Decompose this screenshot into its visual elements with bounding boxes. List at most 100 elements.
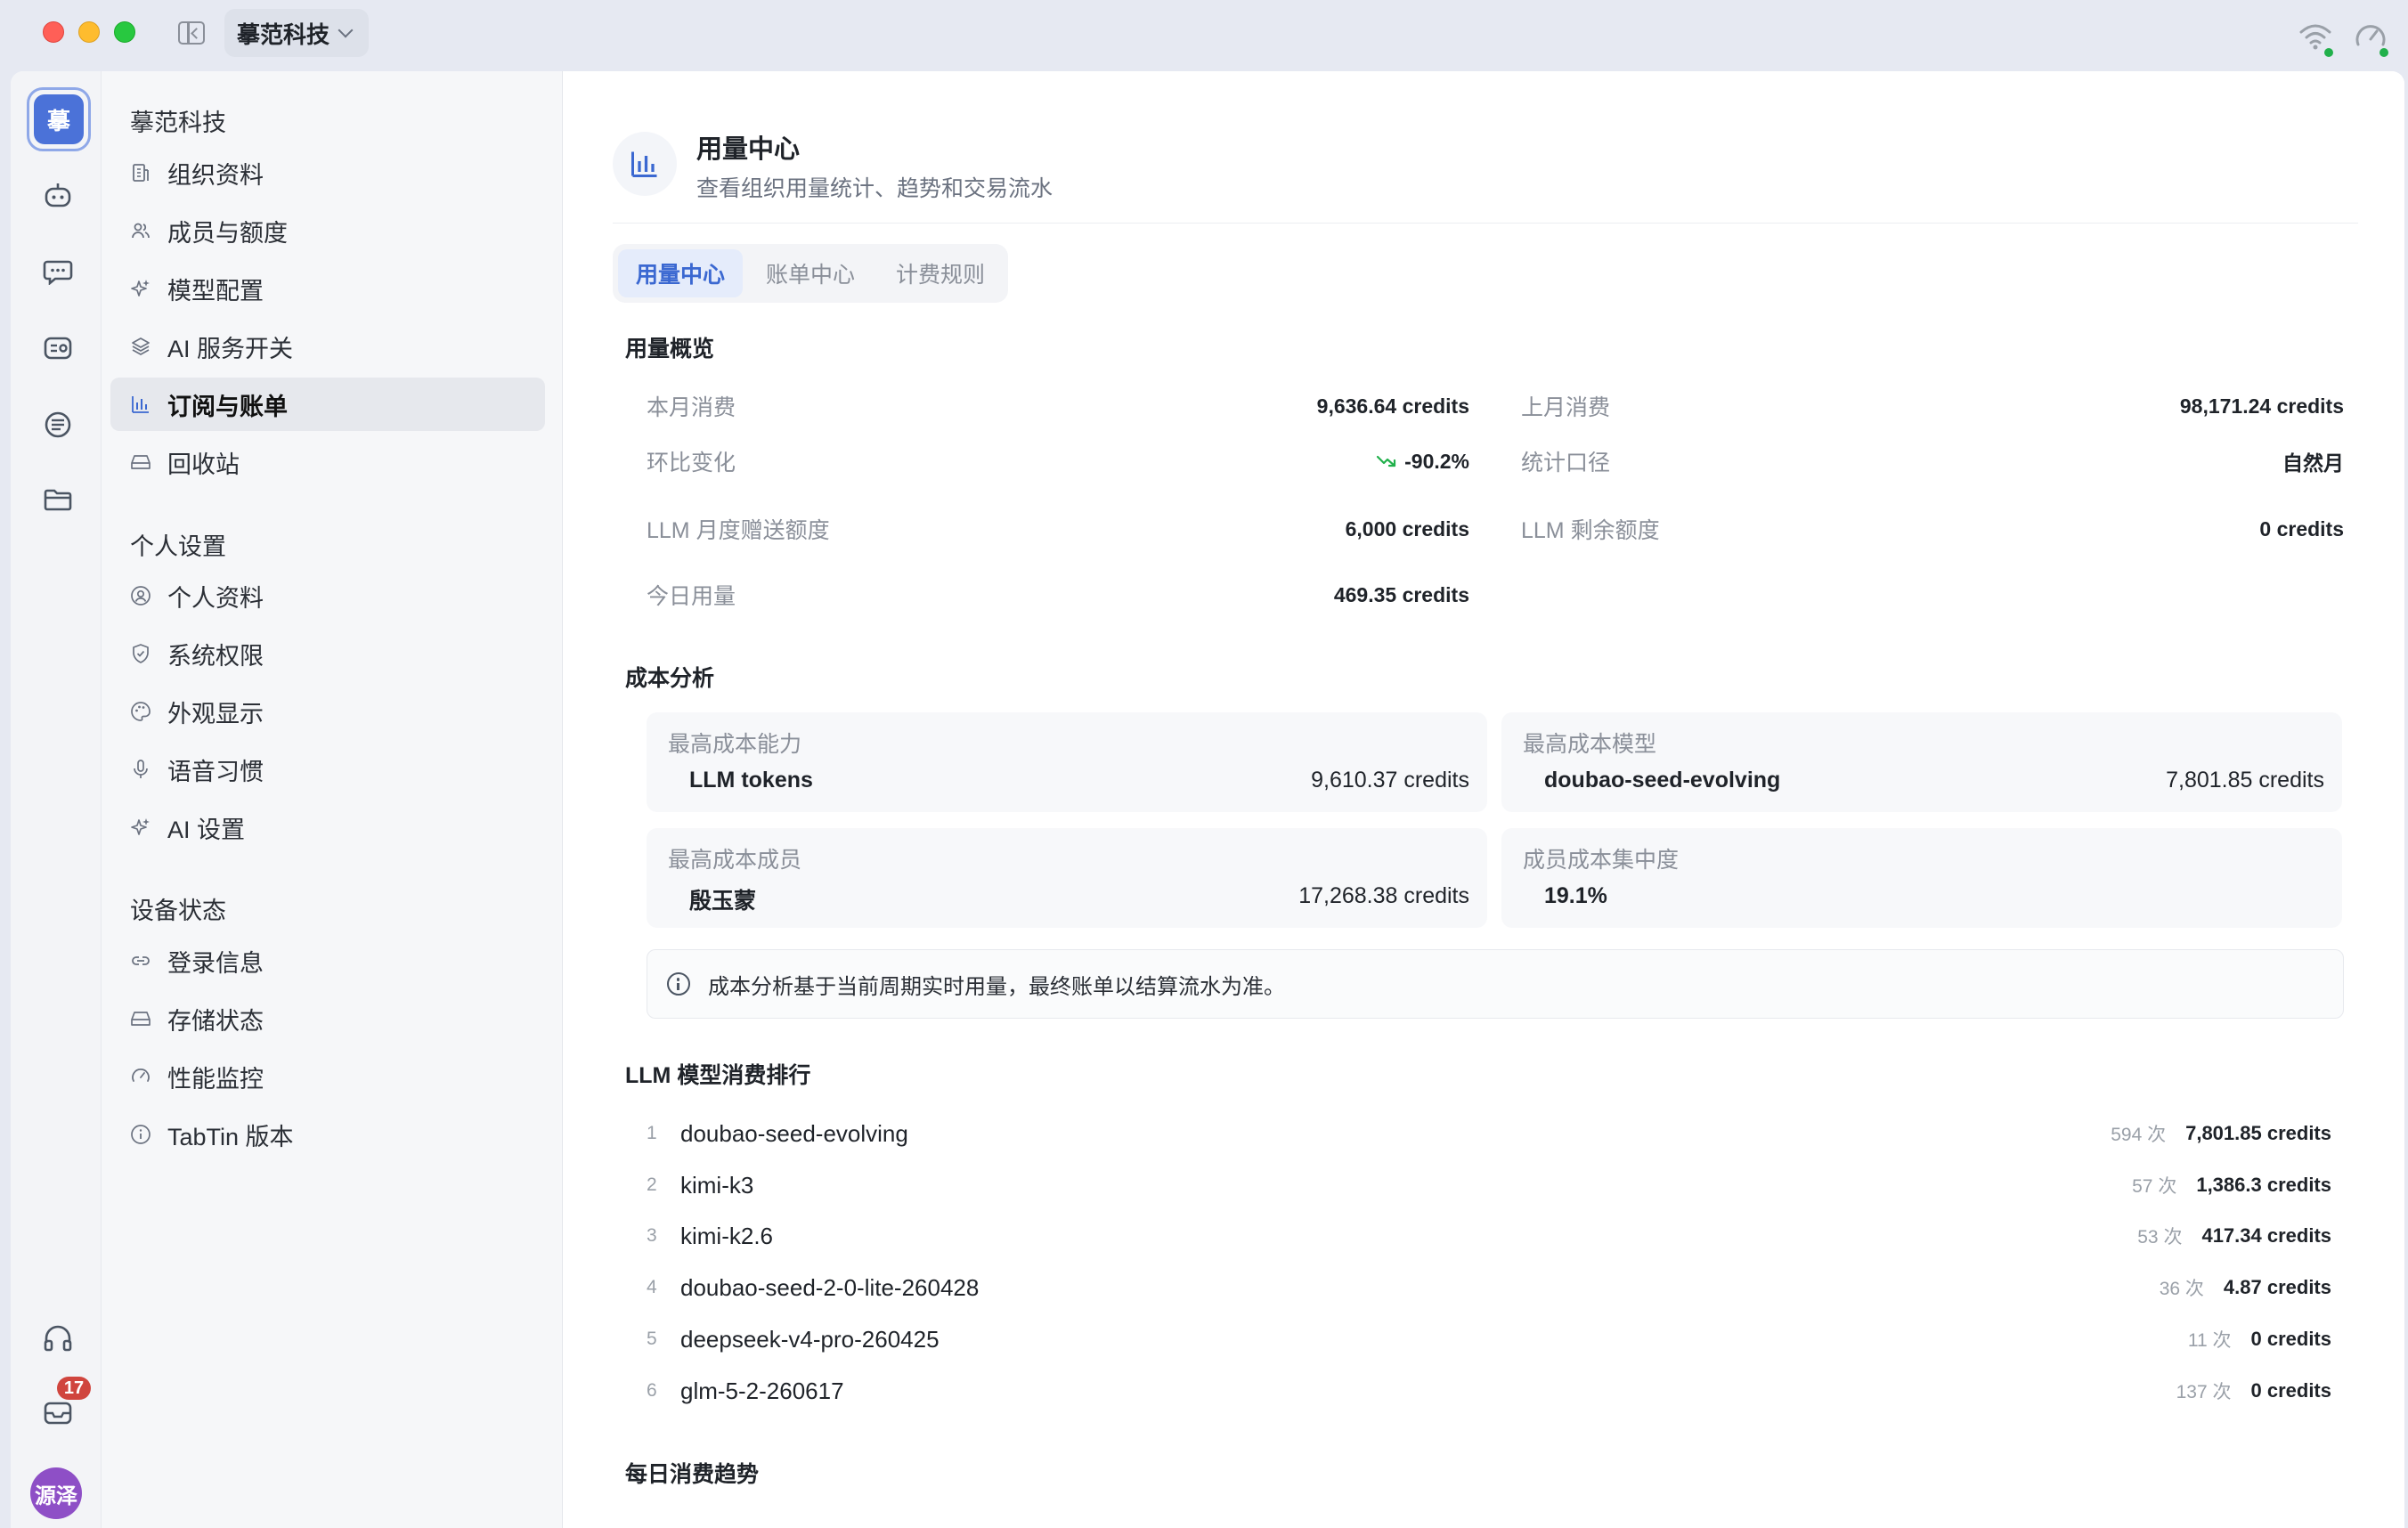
stat-label: 本月消费 <box>647 395 736 420</box>
stat-value: 98,171.24 credits <box>2179 394 2344 418</box>
title-bar: 摹范科技 <box>0 0 2408 71</box>
inbox-icon[interactable] <box>43 1400 73 1426</box>
gauge-status-dot <box>2380 48 2388 57</box>
sidebar-item-label: 成员与额度 <box>167 219 288 247</box>
agents-icon[interactable] <box>43 335 73 362</box>
stat-value: 0 credits <box>2259 516 2344 540</box>
ranking-row[interactable]: 5 deepseek-v4-pro-260425 11 次 0 credits <box>647 1319 2344 1360</box>
rank-call-count: 53 次 <box>2137 1227 2183 1248</box>
sidebar-item-ai-settings[interactable]: AI 设置 <box>110 801 545 854</box>
chat-icon[interactable] <box>43 258 73 286</box>
stat-mom-change: 环比变化 -90.2% <box>647 445 1469 477</box>
ranking-row[interactable]: 1 doubao-seed-evolving 594 次 7,801.85 cr… <box>647 1113 2344 1154</box>
stat-value: 469.35 credits <box>1333 582 1469 606</box>
stat-this-month: 本月消费 9,636.64 credits <box>647 390 1469 422</box>
folder-icon[interactable] <box>43 486 73 513</box>
tab-billing-center[interactable]: 账单中心 <box>748 249 873 297</box>
org-switcher[interactable]: 摹范科技 <box>224 9 370 57</box>
user-avatar[interactable]: 源泽 <box>30 1467 82 1519</box>
card-label: 最高成本模型 <box>1523 732 1657 757</box>
sidebar-item-model-config[interactable]: 模型配置 <box>110 262 545 315</box>
rank-number: 4 <box>647 1277 657 1297</box>
microphone-icon <box>134 760 148 778</box>
info-icon <box>667 972 690 996</box>
sidebar-item-label: 性能监控 <box>167 1065 264 1093</box>
usage-chart-icon <box>613 132 677 196</box>
ranking-row[interactable]: 6 glm-5-2-260617 137 次 0 credits <box>647 1370 2344 1411</box>
ranking-row[interactable]: 3 kimi-k2.6 53 次 417.34 credits <box>647 1215 2344 1256</box>
rank-call-count: 594 次 <box>2111 1125 2167 1145</box>
sidebar-item-performance-monitor[interactable]: 性能监控 <box>110 1050 545 1103</box>
cost-card-member: 最高成本成员 殷玉蒙 17,268.38 credits <box>647 828 1487 928</box>
card-name: 19.1% <box>1544 883 1607 908</box>
sidebar-item-voice-habits[interactable]: 语音习惯 <box>110 743 545 796</box>
stat-last-month: 上月消费 98,171.24 credits <box>1521 390 2344 422</box>
notes-icon[interactable] <box>43 411 73 438</box>
shield-icon <box>133 644 149 663</box>
cost-section-title: 成本分析 <box>625 666 715 691</box>
close-window-button[interactable] <box>43 21 64 43</box>
nav-group-personal-title: 个人设置 <box>130 533 226 560</box>
sidebar-item-version[interactable]: TabTin 版本 <box>110 1108 545 1161</box>
rank-credits: 1,386.3 credits <box>2196 1174 2331 1196</box>
org-logo: 摹 <box>34 94 84 144</box>
minimize-window-button[interactable] <box>78 21 100 43</box>
tab-usage-center[interactable]: 用量中心 <box>618 249 744 297</box>
trend-section-title: 每日消费趋势 <box>625 1462 760 1487</box>
chevron-down-icon <box>338 22 354 38</box>
sidebar-toggle-icon[interactable] <box>178 21 205 45</box>
rank-model-name: deepseek-v4-pro-260425 <box>680 1325 940 1353</box>
sidebar-item-appearance[interactable]: 外观显示 <box>110 685 545 738</box>
sidebar-item-recycle-bin[interactable]: 回收站 <box>110 435 545 489</box>
palette-icon <box>131 702 150 721</box>
headset-icon[interactable] <box>43 1325 73 1352</box>
stat-llm-quota: LLM 月度赠送额度 6,000 credits <box>647 513 1469 545</box>
sidebar-item-login-info[interactable]: 登录信息 <box>110 934 545 988</box>
sidebar-item-ai-service-switch[interactable]: AI 服务开关 <box>110 320 545 373</box>
stat-today: 今日用量 469.35 credits <box>647 579 1469 611</box>
tab-pricing-rules[interactable]: 计费规则 <box>878 249 1003 297</box>
rank-number: 1 <box>647 1123 657 1143</box>
card-name: LLM tokens <box>689 768 813 792</box>
stat-label: 上月消费 <box>1521 395 1611 420</box>
bar-chart-icon <box>132 396 149 413</box>
sidebar-item-label: 回收站 <box>167 451 240 478</box>
page-title: 用量中心 <box>696 135 801 164</box>
sidebar-item-storage-status[interactable]: 存储状态 <box>110 992 545 1045</box>
stat-value: 6,000 credits <box>1345 516 1469 540</box>
gauge-icon[interactable] <box>2351 18 2390 57</box>
rank-call-count: 137 次 <box>2176 1382 2232 1402</box>
card-label: 最高成本成员 <box>668 848 802 873</box>
cost-note-text: 成本分析基于当前周期实时用量，最终账单以结算流水为准。 <box>708 974 1285 999</box>
sidebar-item-label: 外观显示 <box>167 700 264 727</box>
sidebar-item-label: TabTin 版本 <box>167 1123 294 1150</box>
org-logo-button[interactable]: 摹 <box>27 87 91 151</box>
zoom-window-button[interactable] <box>114 21 135 43</box>
ranking-row[interactable]: 2 kimi-k3 57 次 1,386.3 credits <box>647 1165 2344 1206</box>
stat-label: LLM 月度赠送额度 <box>647 518 830 543</box>
sidebar-item-personal-profile[interactable]: 个人资料 <box>110 569 545 622</box>
wifi-icon[interactable] <box>2296 18 2335 57</box>
rank-model-name: glm-5-2-260617 <box>680 1377 844 1404</box>
stat-label: 今日用量 <box>647 584 736 609</box>
sidebar-item-subscription-billing[interactable]: 订阅与账单 <box>110 378 545 431</box>
sidebar-item-label: 组织资料 <box>167 161 264 189</box>
robot-icon[interactable] <box>43 182 73 208</box>
cost-note: 成本分析基于当前周期实时用量，最终账单以结算流水为准。 <box>647 949 2344 1019</box>
sidebar-item-system-permissions[interactable]: 系统权限 <box>110 627 545 680</box>
stat-label: 环比变化 <box>647 451 736 475</box>
nav-group-org-title: 摹范科技 <box>130 110 226 136</box>
trend-down-icon <box>1377 455 1396 467</box>
org-switcher-label: 摹范科技 <box>237 20 330 48</box>
sidebar-item-label: 存储状态 <box>167 1007 264 1035</box>
sidebar-item-members[interactable]: 成员与额度 <box>110 204 545 257</box>
rank-credits: 4.87 credits <box>2223 1276 2331 1298</box>
card-name: doubao-seed-evolving <box>1544 768 1781 792</box>
rank-number: 3 <box>647 1225 657 1246</box>
layers-icon <box>132 337 150 355</box>
ranking-row[interactable]: 4 doubao-seed-2-0-lite-260428 36 次 4.87 … <box>647 1267 2344 1308</box>
sidebar-item-label: 模型配置 <box>167 277 264 305</box>
sidebar-item-org-profile[interactable]: 组织资料 <box>110 146 545 199</box>
users-icon <box>132 223 150 239</box>
drive-icon <box>131 455 150 469</box>
